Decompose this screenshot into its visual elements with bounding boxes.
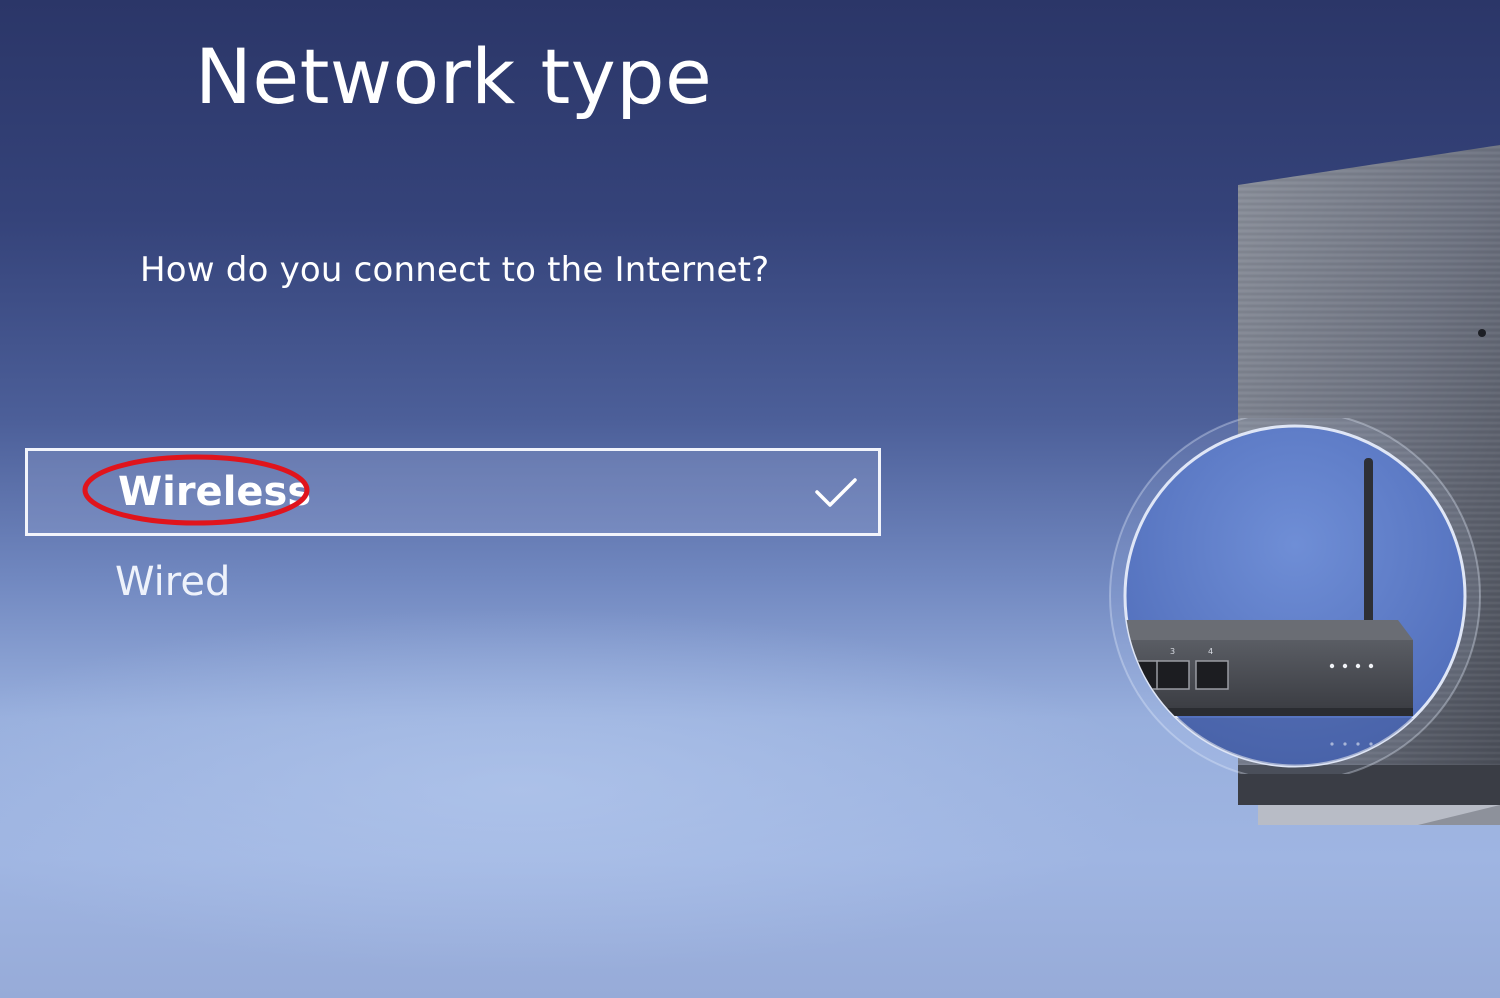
option-wired-label: Wired (115, 559, 231, 605)
option-wired[interactable]: Wired (25, 538, 881, 626)
red-ellipse-highlight (82, 454, 310, 526)
router-illustration: 2 3 4 (1109, 418, 1481, 774)
port-label-4: 4 (1208, 647, 1213, 656)
port-label-3: 3 (1170, 647, 1175, 656)
checkmark-icon (815, 478, 857, 507)
prompt-question: How do you connect to the Internet? (140, 250, 770, 290)
page-title: Network type (195, 32, 713, 121)
